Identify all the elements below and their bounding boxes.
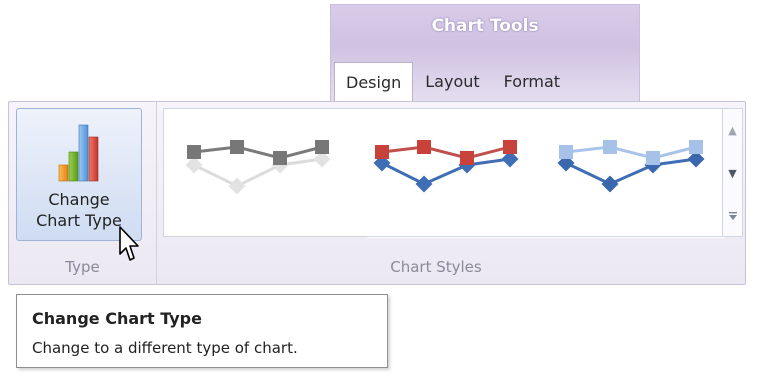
tab-design[interactable]: Design xyxy=(334,62,414,102)
blue-line-style-preview xyxy=(557,140,705,193)
tooltip-title: Change Chart Type xyxy=(32,309,202,328)
more-icon[interactable] xyxy=(723,195,742,237)
change-chart-type-button[interactable]: Change Chart Type xyxy=(16,108,142,241)
chart-tools-title: Chart Tools xyxy=(431,16,539,36)
tooltip: Change Chart Type Change to a different … xyxy=(16,294,388,368)
scroll-up-icon[interactable]: ▲ xyxy=(723,109,742,151)
mouse-pointer-icon xyxy=(119,226,139,261)
tooltip-body: Change to a different type of chart. xyxy=(32,339,298,357)
red-blue-line-style-preview xyxy=(373,140,519,193)
scroll-down-icon[interactable]: ▼ xyxy=(723,152,742,194)
gallery-scrollbar: ▲ ▼ xyxy=(723,108,743,237)
blue-line-style-item[interactable] xyxy=(554,131,714,201)
red-blue-line-style-item[interactable] xyxy=(368,131,528,201)
gray-line-style-item[interactable] xyxy=(182,131,342,201)
chart-styles-gallery xyxy=(163,108,723,237)
change-chart-type-label: Change Chart Type xyxy=(17,189,141,231)
tab-layout[interactable]: Layout xyxy=(413,62,491,102)
more-icon-glyph xyxy=(728,212,737,220)
chart-styles-group-label: Chart Styles xyxy=(390,258,482,276)
styles-divider xyxy=(367,237,725,238)
tab-format[interactable]: Format xyxy=(492,62,572,102)
chart-styles-group: ▲ ▼ Chart Styles xyxy=(157,102,745,284)
bar-chart-icon xyxy=(58,124,99,182)
gray-line-style-preview xyxy=(185,140,331,195)
change-chart-type-label-line1: Change xyxy=(48,190,110,209)
ribbon-tabs: Design Layout Format xyxy=(334,60,572,102)
screenshot: Chart Tools Design Layout Format Change … xyxy=(0,0,770,379)
